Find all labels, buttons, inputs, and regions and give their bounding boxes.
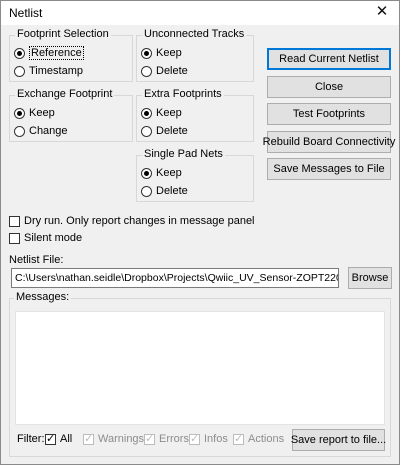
messages-panel[interactable] [15, 311, 385, 425]
change-label: Change [29, 125, 68, 137]
delete-label: Delete [156, 185, 188, 197]
messages-title: Messages: [14, 291, 72, 303]
title-bar: Netlist ✕ [1, 1, 399, 25]
silent-mode-label: Silent mode [24, 232, 83, 244]
extra-footprints-group: Extra Footprints Keep Delete [136, 88, 254, 142]
netlist-file-label: Netlist File: [9, 254, 64, 266]
radio-icon[interactable] [14, 125, 25, 137]
unconnected-tracks-delete-radio[interactable]: Delete [141, 64, 188, 78]
radio-icon[interactable] [14, 47, 25, 59]
radio-icon[interactable] [141, 125, 152, 137]
radio-icon[interactable] [141, 47, 152, 59]
dry-run-checkbox[interactable]: Dry run. Only report changes in message … [9, 215, 255, 227]
checkbox-checked-icon [144, 432, 155, 446]
test-footprints-button[interactable]: Test Footprints [267, 103, 391, 125]
single-pad-nets-keep-radio[interactable]: Keep [141, 166, 182, 180]
keep-label: Keep [156, 47, 182, 59]
keep-label: Keep [156, 167, 182, 179]
filter-all-label: All [60, 433, 73, 445]
window-title: Netlist [9, 6, 43, 20]
radio-icon[interactable] [141, 167, 152, 179]
timestamp-label: Timestamp [29, 65, 83, 77]
filter-warnings-checkbox: Warnings [83, 432, 145, 446]
extra-footprints-delete-radio[interactable]: Delete [141, 124, 188, 138]
single-pad-nets-title: Single Pad Nets [142, 148, 225, 160]
silent-mode-checkbox[interactable]: Silent mode [9, 232, 82, 244]
keep-label: Keep [29, 107, 55, 119]
filter-all-checkbox[interactable]: All [45, 432, 73, 446]
exchange-footprint-group: Exchange Footprint Keep Change [9, 88, 133, 142]
unconnected-tracks-title: Unconnected Tracks [142, 28, 247, 40]
netlist-file-input[interactable]: C:\Users\nathan.seidle\Dropbox\Projects\… [11, 268, 339, 288]
unconnected-tracks-group: Unconnected Tracks Keep Delete [136, 28, 254, 82]
exchange-footprint-title: Exchange Footprint [15, 88, 115, 100]
filter-infos-checkbox: Infos [189, 432, 228, 446]
checkbox-checked-icon [233, 432, 244, 446]
netlist-dialog: Netlist ✕ Footprint Selection Reference … [0, 0, 400, 465]
filter-actions-label: Actions [248, 433, 285, 445]
browse-button[interactable]: Browse [348, 267, 392, 289]
filter-warnings-label: Warnings [98, 433, 145, 445]
radio-icon[interactable] [141, 65, 152, 77]
save-report-button[interactable]: Save report to file... [291, 429, 386, 451]
keep-label: Keep [156, 107, 182, 119]
filter-errors-label: Errors [159, 433, 189, 445]
checkbox-icon[interactable] [9, 215, 20, 227]
radio-icon[interactable] [14, 65, 25, 77]
dry-run-label: Dry run. Only report changes in message … [24, 215, 255, 227]
close-icon[interactable]: ✕ [369, 1, 395, 25]
single-pad-nets-group: Single Pad Nets Keep Delete [136, 148, 254, 202]
filter-actions-checkbox: Actions [233, 432, 285, 446]
filter-infos-label: Infos [204, 433, 228, 445]
checkbox-checked-icon [83, 432, 94, 446]
rebuild-board-connectivity-button[interactable]: Rebuild Board Connectivity [263, 131, 395, 153]
footprint-selection-timestamp-radio[interactable]: Timestamp [14, 64, 83, 78]
reference-label: Reference [29, 46, 84, 60]
extra-footprints-keep-radio[interactable]: Keep [141, 106, 182, 120]
save-messages-to-file-button[interactable]: Save Messages to File [267, 158, 391, 180]
footprint-selection-group: Footprint Selection Reference Timestamp [9, 28, 133, 82]
exchange-footprint-change-radio[interactable]: Change [14, 124, 68, 138]
close-button[interactable]: Close [267, 76, 391, 98]
filter-label: Filter: [17, 433, 45, 445]
checkbox-checked-icon[interactable] [45, 432, 56, 446]
footprint-selection-reference-radio[interactable]: Reference [14, 46, 84, 60]
radio-icon[interactable] [141, 107, 152, 119]
checkbox-checked-icon [189, 432, 200, 446]
delete-label: Delete [156, 125, 188, 137]
unconnected-tracks-keep-radio[interactable]: Keep [141, 46, 182, 60]
radio-icon[interactable] [14, 107, 25, 119]
extra-footprints-title: Extra Footprints [142, 88, 224, 100]
radio-icon[interactable] [141, 185, 152, 197]
footprint-selection-title: Footprint Selection [15, 28, 111, 40]
single-pad-nets-delete-radio[interactable]: Delete [141, 184, 188, 198]
read-current-netlist-button[interactable]: Read Current Netlist [267, 48, 391, 70]
delete-label: Delete [156, 65, 188, 77]
exchange-footprint-keep-radio[interactable]: Keep [14, 106, 55, 120]
filter-errors-checkbox: Errors [144, 432, 189, 446]
checkbox-icon[interactable] [9, 232, 20, 244]
